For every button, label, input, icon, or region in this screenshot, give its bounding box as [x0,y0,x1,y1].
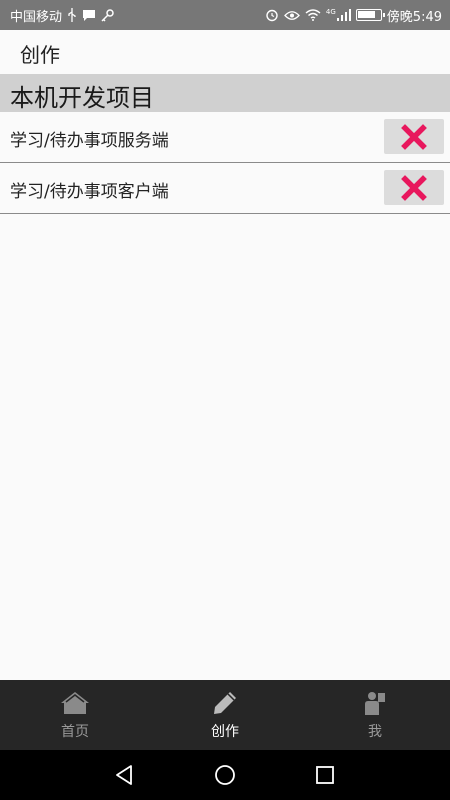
delete-project-button[interactable] [384,170,444,205]
tab-home[interactable]: 首页 [0,680,150,750]
status-left: 中国移动 [10,0,114,30]
project-row[interactable]: 学习/待办事项服务端 [0,112,450,163]
project-row[interactable]: 学习/待办事项客户端 [0,163,450,214]
tab-home-label: 首页 [61,724,89,740]
usb-icon [67,8,77,22]
tab-me-label: 我 [368,724,382,740]
key-icon [101,8,114,22]
system-nav-bar [0,750,450,800]
tab-create[interactable]: 创作 [150,680,300,750]
status-right: 4G 傍晚5:49 [265,0,442,30]
wifi-icon [305,9,321,21]
close-icon [401,123,427,150]
signal-icon: 4G [326,9,351,21]
delete-project-button[interactable] [384,119,444,154]
network-type-label: 4G [325,8,336,16]
eye-icon [284,10,300,21]
carrier-name: 中国移动 [10,9,63,25]
project-name[interactable]: 学习/待办事项服务端 [10,126,169,151]
home-icon [60,690,90,716]
recent-apps-icon[interactable] [313,763,337,787]
person-icon [360,690,390,716]
battery-icon [355,9,385,21]
project-list: 学习/待办事项服务端 学习/待办事项客户端 [0,112,450,214]
close-icon [401,174,427,201]
back-icon[interactable] [112,763,136,787]
section-header: 本机开发项目 [0,74,450,112]
tab-me[interactable]: 我 [300,680,450,750]
home-circle-icon[interactable] [213,763,237,787]
section-title: 本机开发项目 [10,84,154,112]
alarm-icon [265,8,279,22]
message-icon [82,9,96,22]
battery-fill [357,11,375,18]
pencil-icon [210,690,240,716]
status-bar: 中国移动 4G 傍晚5:49 [0,0,450,30]
tab-create-label: 创作 [211,724,239,740]
app-bar: 创作 [0,30,450,74]
clock: 傍晚5:49 [386,9,442,25]
page-title: 创作 [20,43,60,67]
bottom-nav: 首页 创作 我 [0,680,450,750]
project-name[interactable]: 学习/待办事项客户端 [10,177,169,202]
